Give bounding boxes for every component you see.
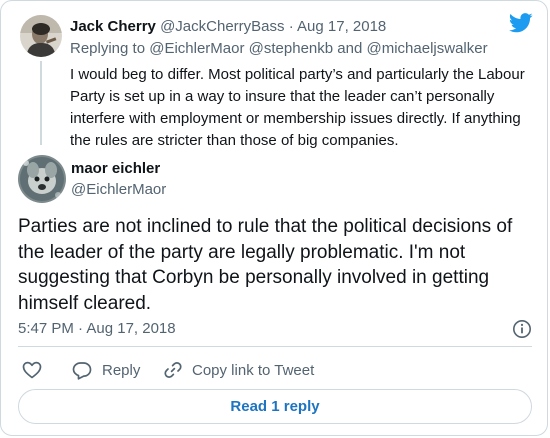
avatar-image xyxy=(20,15,62,57)
avatar-jack-cherry[interactable] xyxy=(20,15,62,57)
speech-bubble-icon xyxy=(72,361,92,380)
avatar-maor-eichler[interactable] xyxy=(18,155,66,203)
twitter-bird-icon[interactable] xyxy=(509,13,533,33)
like-button[interactable] xyxy=(22,359,42,381)
reply-label: Reply xyxy=(102,361,141,379)
mention-link[interactable]: @EichlerMaor xyxy=(149,40,244,57)
parent-tweet-text: I would beg to differ. Most political pa… xyxy=(70,66,525,149)
link-icon xyxy=(164,362,182,378)
tweet-timestamp[interactable]: 5:47 PM · Aug 17, 2018 xyxy=(18,319,176,339)
main-handle[interactable]: @EichlerMaor xyxy=(71,180,166,200)
heart-icon xyxy=(22,361,42,379)
parent-date[interactable]: Aug 17, 2018 xyxy=(297,18,386,35)
replying-to-line: Replying to @EichlerMaor @stephenkb and … xyxy=(70,39,488,59)
avatar-image xyxy=(18,155,66,203)
read-replies-button[interactable]: Read 1 reply xyxy=(18,389,532,424)
replying-prefix: Replying to xyxy=(70,40,146,57)
header-separator: · xyxy=(288,18,294,35)
reply-button[interactable]: Reply xyxy=(72,359,140,381)
copy-link-label: Copy link to Tweet xyxy=(192,361,315,379)
parent-handle[interactable]: @JackCherryBass xyxy=(160,18,284,35)
parent-tweet-header: Jack Cherry @JackCherryBass · Aug 17, 20… xyxy=(70,17,386,37)
mention-link[interactable]: @stephenkb xyxy=(249,40,333,57)
parent-display-name[interactable]: Jack Cherry xyxy=(70,18,156,35)
mention-link[interactable]: @michaeljswalker xyxy=(366,40,487,57)
main-tweet-text: Parties are not inclined to rule that th… xyxy=(18,216,513,314)
thread-connector-line xyxy=(40,61,42,145)
embedded-tweet-card: Jack Cherry @JackCherryBass · Aug 17, 20… xyxy=(0,0,548,436)
info-icon[interactable] xyxy=(512,319,532,339)
main-display-name[interactable]: maor eichler xyxy=(71,159,160,179)
copy-link-button[interactable]: Copy link to Tweet xyxy=(164,359,314,381)
divider xyxy=(18,346,532,347)
mention-conjunction: and xyxy=(337,40,363,57)
